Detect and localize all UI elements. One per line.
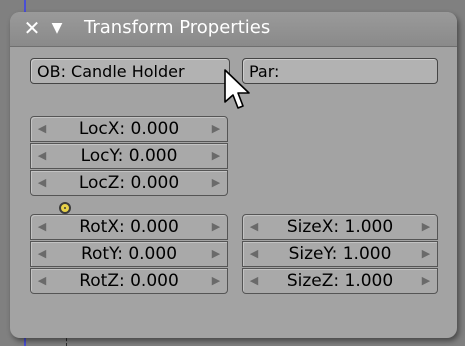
increment-arrow-icon[interactable]: ▶ [209,117,223,141]
object-name-field[interactable]: OB: Candle Holder [30,58,230,84]
increment-arrow-icon[interactable]: ▶ [419,215,433,239]
size-z-field[interactable]: ◀ SizeZ: 1.000 ▶ [242,268,438,294]
loc-z-field[interactable]: ◀ LocZ: 0.000 ▶ [30,170,228,196]
panel-header[interactable]: ✕ ▼ Transform Properties [10,12,457,47]
size-z-value: SizeZ: 1.000 [286,271,394,291]
loc-y-field[interactable]: ◀ LocY: 0.000 ▶ [30,143,228,169]
triangle-down-icon[interactable]: ▼ [48,17,66,39]
rot-x-value: RotX: 0.000 [79,217,179,237]
increment-arrow-icon[interactable]: ▶ [209,215,223,239]
increment-arrow-icon[interactable]: ▶ [209,242,223,266]
panel-title: Transform Properties [84,17,271,38]
increment-arrow-icon[interactable]: ▶ [209,171,223,195]
increment-arrow-icon[interactable]: ▶ [419,269,433,293]
parent-field[interactable]: Par: [242,58,438,84]
mouse-pointer-icon [224,69,250,109]
rot-z-value: RotZ: 0.000 [79,271,179,291]
loc-x-value: LocX: 0.000 [78,119,180,139]
increment-arrow-icon[interactable]: ▶ [209,144,223,168]
loc-x-field[interactable]: ◀ LocX: 0.000 ▶ [30,116,228,142]
rot-y-value: RotY: 0.000 [80,244,178,264]
size-y-value: SizeY: 1.000 [288,244,392,264]
size-y-field[interactable]: ◀ SizeY: 1.000 ▶ [242,241,438,267]
rot-x-field[interactable]: ◀ RotX: 0.000 ▶ [30,214,228,240]
close-icon[interactable]: ✕ [22,17,42,39]
size-x-field[interactable]: ◀ SizeX: 1.000 ▶ [242,214,438,240]
size-x-value: SizeX: 1.000 [286,217,394,237]
object-center-icon [59,202,71,214]
loc-y-value: LocY: 0.000 [80,146,178,166]
rot-y-field[interactable]: ◀ RotY: 0.000 ▶ [30,241,228,267]
loc-z-value: LocZ: 0.000 [78,173,180,193]
increment-arrow-icon[interactable]: ▶ [419,242,433,266]
rot-z-field[interactable]: ◀ RotZ: 0.000 ▶ [30,268,228,294]
increment-arrow-icon[interactable]: ▶ [209,269,223,293]
transform-properties-panel: ✕ ▼ Transform Properties OB: Candle Hold… [10,12,457,338]
